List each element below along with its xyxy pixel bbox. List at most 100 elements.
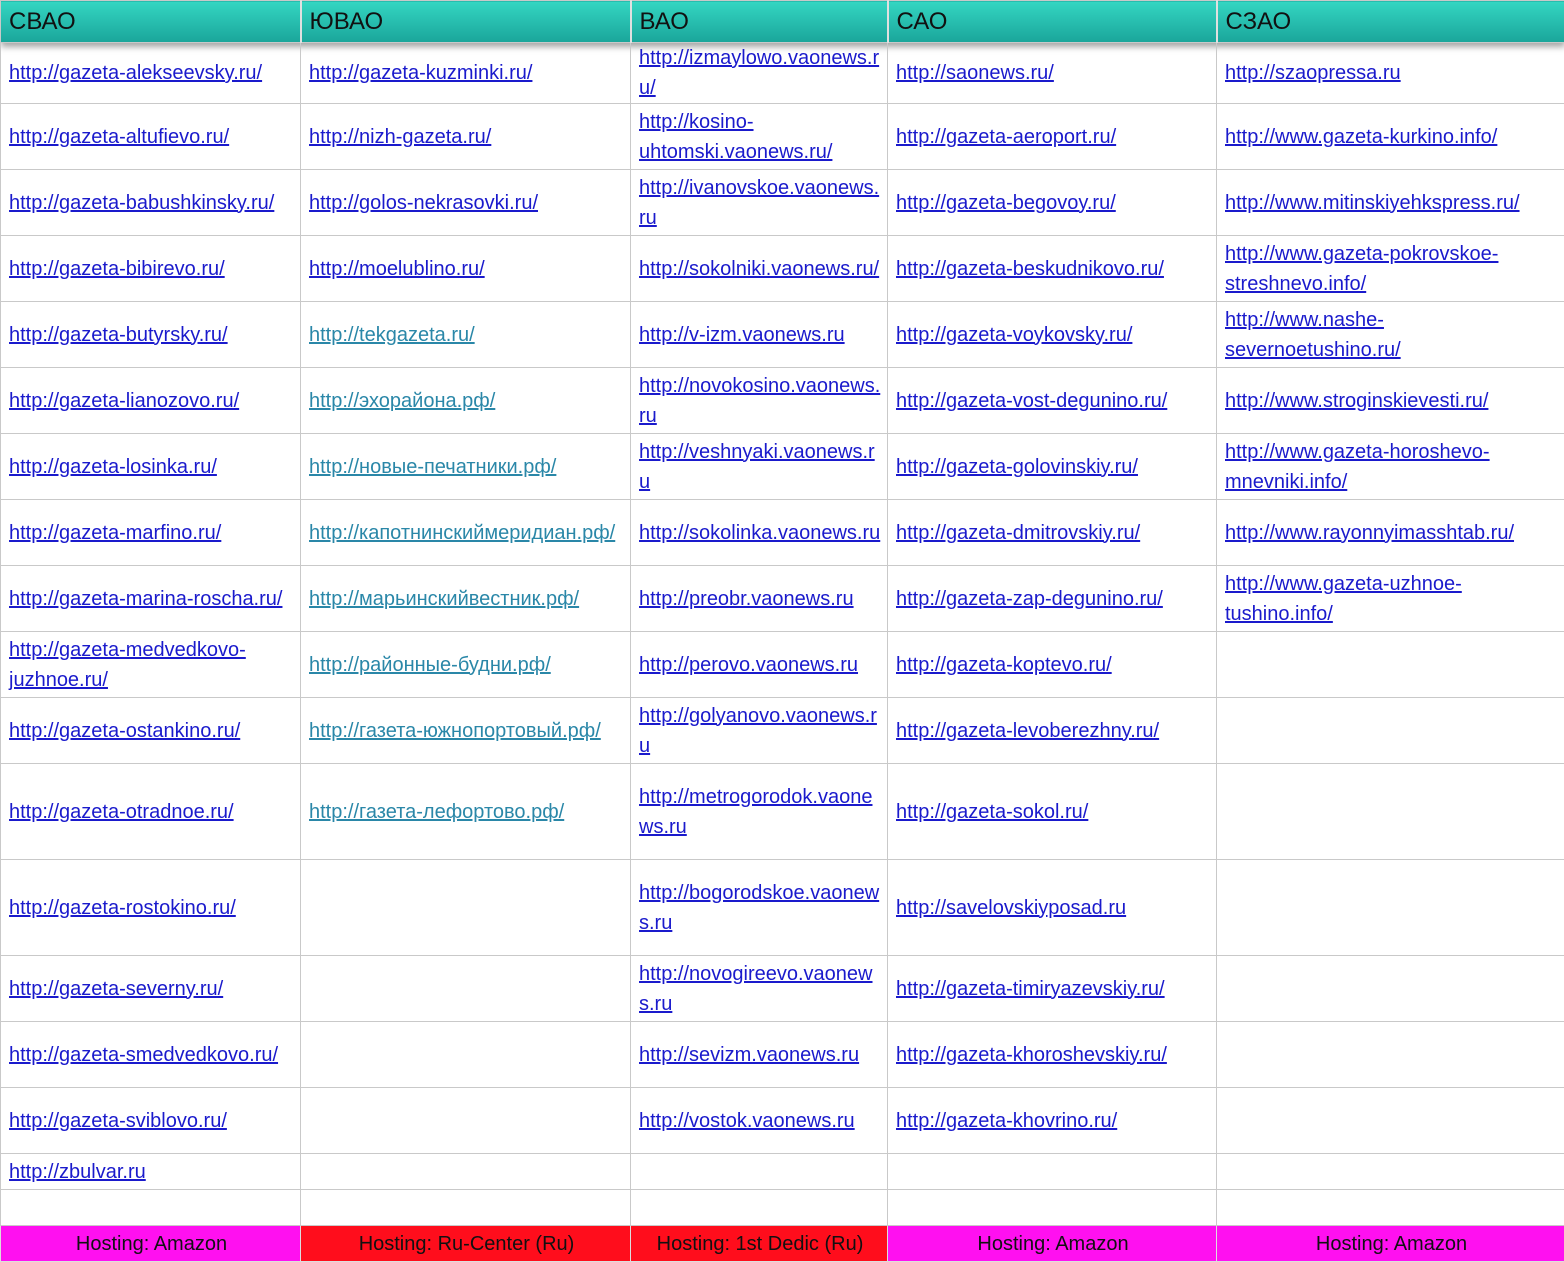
site-link[interactable]: http://gazeta-koptevo.ru/ xyxy=(896,654,1112,676)
site-link[interactable]: http://gazeta-lianozovo.ru/ xyxy=(9,390,239,412)
site-link[interactable]: http://www.stroginskievesti.ru/ xyxy=(1225,390,1488,412)
site-link[interactable]: http://gazeta-beskudnikovo.ru/ xyxy=(896,258,1164,280)
site-link[interactable]: http://gazeta-alekseevsky.ru/ xyxy=(9,62,262,84)
site-link[interactable]: http://gazeta-vost-degunino.ru/ xyxy=(896,390,1167,412)
table-cell: http://gazeta-kuzminki.ru/ xyxy=(301,43,631,104)
site-link[interactable]: http://газета-южнопортовый.рф/ xyxy=(309,720,601,742)
site-link[interactable]: http://gazeta-khoroshevskiy.ru/ xyxy=(896,1044,1167,1066)
table-cell: http://gazeta-golovinskiy.ru/ xyxy=(888,434,1217,500)
table-cell: http://марьинскийвестник.рф/ xyxy=(301,566,631,632)
table-cell: http://szaopressa.ru xyxy=(1217,43,1564,104)
site-link[interactable]: http://gazeta-babushkinsky.ru/ xyxy=(9,192,274,214)
site-link[interactable]: http://эхорайона.рф/ xyxy=(309,390,495,412)
site-link[interactable]: http://капотнинскиймеридиан.рф/ xyxy=(309,522,615,544)
table-cell: http://preobr.vaonews.ru xyxy=(631,566,888,632)
site-link[interactable]: http://preobr.vaonews.ru xyxy=(639,588,854,610)
site-link[interactable]: http://szaopressa.ru xyxy=(1225,62,1401,84)
hosting-row: Hosting: Amazon Hosting: Ru-Center (Ru) … xyxy=(1,1226,1564,1262)
site-link[interactable]: http://perovo.vaonews.ru xyxy=(639,654,858,676)
table-cell: http://gazeta-timiryazevskiy.ru/ xyxy=(888,956,1217,1022)
site-link[interactable]: http://ivanovskoe.vaonews.ru xyxy=(639,177,879,229)
site-link[interactable]: http://savelovskiyposad.ru xyxy=(896,897,1126,919)
site-link[interactable]: http://novogireevo.vaonews.ru xyxy=(639,963,873,1015)
site-link[interactable]: http://golos-nekrasovki.ru/ xyxy=(309,192,538,214)
table-cell: http://gazeta-begovoy.ru/ xyxy=(888,170,1217,236)
table-cell: http://veshnyaki.vaonews.ru xyxy=(631,434,888,500)
hosting-footer: Hosting: Amazon Hosting: Ru-Center (Ru) … xyxy=(1,1226,1564,1262)
site-link[interactable]: http://sevizm.vaonews.ru xyxy=(639,1044,859,1066)
site-link[interactable]: http://gazeta-voykovsky.ru/ xyxy=(896,324,1132,346)
site-link[interactable]: http://gazeta-sokol.ru/ xyxy=(896,801,1088,823)
site-link[interactable]: http://golyanovo.vaonews.ru xyxy=(639,705,877,757)
site-link[interactable]: http://gazeta-aeroport.ru/ xyxy=(896,126,1116,148)
site-link[interactable]: http://новые-печатники.рф/ xyxy=(309,456,556,478)
site-link[interactable]: http://veshnyaki.vaonews.ru xyxy=(639,441,875,493)
site-link[interactable]: http://gazeta-bibirevo.ru/ xyxy=(9,258,225,280)
site-link[interactable]: http://nizh-gazeta.ru/ xyxy=(309,126,491,148)
site-link[interactable]: http://vostok.vaonews.ru xyxy=(639,1110,855,1132)
site-link[interactable]: http://v-izm.vaonews.ru xyxy=(639,324,845,346)
site-link[interactable]: http://gazeta-begovoy.ru/ xyxy=(896,192,1116,214)
site-link[interactable]: http://www.rayonnyimasshtab.ru/ xyxy=(1225,522,1514,544)
site-link[interactable]: http://metrogorodok.vaonews.ru xyxy=(639,786,872,838)
table-cell xyxy=(1217,764,1564,860)
site-link[interactable]: http://gazeta-altufievo.ru/ xyxy=(9,126,229,148)
table-cell: http://gazeta-alekseevsky.ru/ xyxy=(1,43,301,104)
site-link[interactable]: http://gazeta-dmitrovskiy.ru/ xyxy=(896,522,1140,544)
site-link[interactable]: http://gazeta-severny.ru/ xyxy=(9,978,223,1000)
site-link[interactable]: http://gazeta-ostankino.ru/ xyxy=(9,720,240,742)
site-link[interactable]: http://gazeta-medvedkovo-juzhnoe.ru/ xyxy=(9,639,246,691)
site-link[interactable]: http://gazeta-khovrino.ru/ xyxy=(896,1110,1117,1132)
table-cell: http://saonews.ru/ xyxy=(888,43,1217,104)
site-link[interactable]: http://gazeta-golovinskiy.ru/ xyxy=(896,456,1138,478)
header-svao: СВАО xyxy=(1,1,301,43)
site-link[interactable]: http://gazeta-butyrsky.ru/ xyxy=(9,324,228,346)
table-cell: http://www.gazeta-kurkino.info/ xyxy=(1217,104,1564,170)
site-link[interactable]: http://gazeta-otradnoe.ru/ xyxy=(9,801,234,823)
site-link[interactable]: http://gazeta-rostokino.ru/ xyxy=(9,897,236,919)
site-link[interactable]: http://www.gazeta-horoshevo-mnevniki.inf… xyxy=(1225,441,1490,493)
table-cell xyxy=(301,1190,631,1226)
site-link[interactable]: http://gazeta-kuzminki.ru/ xyxy=(309,62,532,84)
site-link[interactable]: http://bogorodskoe.vaonews.ru xyxy=(639,882,879,934)
site-link[interactable]: http://gazeta-marina-roscha.ru/ xyxy=(9,588,282,610)
table-cell: http://gazeta-otradnoe.ru/ xyxy=(1,764,301,860)
table-cell: http://gazeta-khoroshevskiy.ru/ xyxy=(888,1022,1217,1088)
header-szao: СЗАО xyxy=(1217,1,1564,43)
site-link[interactable]: http://saonews.ru/ xyxy=(896,62,1054,84)
site-link[interactable]: http://www.gazeta-uzhnoe-tushino.info/ xyxy=(1225,573,1462,625)
site-link[interactable]: http://tekgazeta.ru/ xyxy=(309,324,475,346)
site-link[interactable]: http://zbulvar.ru xyxy=(9,1161,146,1183)
site-link[interactable]: http://moelublino.ru/ xyxy=(309,258,485,280)
table-cell: http://metrogorodok.vaonews.ru xyxy=(631,764,888,860)
table-row: http://gazeta-medvedkovo-juzhnoe.ru/http… xyxy=(1,632,1564,698)
table-cell: http://gazeta-altufievo.ru/ xyxy=(1,104,301,170)
table-cell: http://sokolinka.vaonews.ru xyxy=(631,500,888,566)
table-cell xyxy=(1217,1190,1564,1226)
site-link[interactable]: http://gazeta-zap-degunino.ru/ xyxy=(896,588,1163,610)
site-link[interactable]: http://sokolinka.vaonews.ru xyxy=(639,522,880,544)
table-cell xyxy=(1,1190,301,1226)
table-cell: http://gazeta-smedvedkovo.ru/ xyxy=(1,1022,301,1088)
site-link[interactable]: http://www.gazeta-pokrovskoe-streshnevo.… xyxy=(1225,243,1498,295)
site-link[interactable]: http://gazeta-losinka.ru/ xyxy=(9,456,217,478)
table-cell: http://gazeta-babushkinsky.ru/ xyxy=(1,170,301,236)
site-link[interactable]: http://www.nashe-severnoetushino.ru/ xyxy=(1225,309,1401,361)
site-link[interactable]: http://gazeta-timiryazevskiy.ru/ xyxy=(896,978,1165,1000)
site-link[interactable]: http://www.mitinskiyehkspress.ru/ xyxy=(1225,192,1520,214)
table-cell: http://gazeta-sokol.ru/ xyxy=(888,764,1217,860)
site-link[interactable]: http://gazeta-sviblovo.ru/ xyxy=(9,1110,227,1132)
site-link[interactable]: http://gazeta-marfino.ru/ xyxy=(9,522,221,544)
site-link[interactable]: http://gazeta-smedvedkovo.ru/ xyxy=(9,1044,278,1066)
site-link[interactable]: http://izmaylowo.vaonews.ru/ xyxy=(639,47,879,99)
table-cell: http://gazeta-butyrsky.ru/ xyxy=(1,302,301,368)
table-row xyxy=(1,1190,1564,1226)
site-link[interactable]: http://kosino-uhtomski.vaonews.ru/ xyxy=(639,111,832,163)
site-link[interactable]: http://марьинскийвестник.рф/ xyxy=(309,588,579,610)
site-link[interactable]: http://районные-будни.рф/ xyxy=(309,654,551,676)
site-link[interactable]: http://www.gazeta-kurkino.info/ xyxy=(1225,126,1497,148)
site-link[interactable]: http://novokosino.vaonews.ru xyxy=(639,375,880,427)
site-link[interactable]: http://sokolniki.vaonews.ru/ xyxy=(639,258,879,280)
site-link[interactable]: http://gazeta-levoberezhny.ru/ xyxy=(896,720,1159,742)
site-link[interactable]: http://газета-лефортово.рф/ xyxy=(309,801,564,823)
